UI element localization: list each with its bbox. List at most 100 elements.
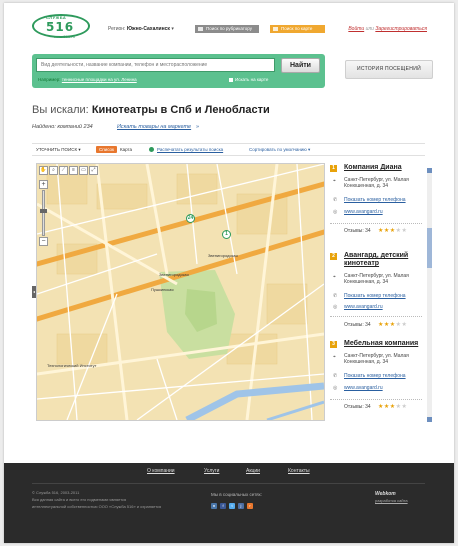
result-title[interactable]: Компания Диана [344,164,422,172]
search-goods-link[interactable]: Искать товары на маркете [117,124,191,130]
map-view[interactable]: ✋ ⌕ ⟋ ≡ ▭ ⤢ + − Звенигородская Пушкинска… [36,163,325,421]
refine-search-dropdown[interactable]: УТОЧНИТЬ ПОИСК ▾ [36,147,81,153]
star-empty-icon: ★★ [395,404,408,410]
list-icon [198,27,203,31]
register-link[interactable]: Зарегистрироваться [375,26,427,32]
logo-number: 516 [46,20,75,34]
sort-dropdown[interactable]: Сортировать по умолчанию ▾ [249,147,310,153]
livejournal-icon[interactable]: j [238,503,244,509]
divider [330,223,422,224]
rating-stars: ★★★★★ [378,403,407,410]
result-number: 1 [330,165,337,172]
zoom-in-button[interactable]: + [39,180,48,189]
search-panel: Найти Например: теннисные площадки на ул… [32,54,325,88]
results-list: 1 Компания Диана ⌖ Санкт-Петербург, ул. … [330,163,426,423]
page: СЛУЖБА 516 www.516.ru Регион: Южно-Сахал… [4,3,454,543]
legal-line: Вся данная сайта и всего его подменами я… [32,497,127,502]
result-title[interactable]: Мебельная компания [344,340,422,348]
phone-icon: ✆ [333,373,338,379]
footer-copyright: © Служба 516, 2003-2011 Вся данная сайта… [32,489,192,510]
search-on-map-label: Искать на карте [235,77,269,82]
zoom-slider[interactable] [40,190,47,236]
region-selector[interactable]: Регион: Южно-Сахалинск ▾ [108,26,174,32]
scroll-thumb[interactable] [427,228,432,268]
search-button[interactable]: Найти [281,58,320,73]
developer-link[interactable]: разработка сайта [375,498,408,503]
vk-icon[interactable]: в [211,503,217,509]
logo[interactable]: СЛУЖБА 516 www.516.ru [32,12,94,40]
footer-nav: О компании Услуги Акции Контакты [4,468,454,480]
footer-link-contacts[interactable]: Контакты [288,468,310,474]
results-scrollbar[interactable] [427,168,432,422]
star-icon: ★★★ [378,228,396,234]
login-link[interactable]: Войти [348,26,364,32]
results-count: Найдено: компаний 234 [32,124,93,130]
star-empty-icon: ★★ [395,322,408,328]
footer-link-promos[interactable]: Акции [246,468,260,474]
star-icon: ★★★ [378,404,396,410]
print-map-icon[interactable]: ▭ [79,166,88,175]
map-search-label: Поиск по карте [281,26,313,31]
logo-site: www.516.ru [54,34,75,39]
auth-or: или [365,26,374,32]
show-phone-link[interactable]: Показать номер телефона [344,293,406,299]
fullscreen-icon[interactable]: ⤢ [89,166,98,175]
globe-icon: ◎ [333,304,338,310]
social-label: Мы в социальных сетях: [211,492,263,497]
website-link[interactable]: www.avangard.ru [344,209,383,215]
rss-icon[interactable]: r [247,503,253,509]
visit-history-button[interactable]: ИСТОРИЯ ПОСЕЩЕНИЙ [345,60,433,79]
globe-icon: ◎ [333,385,338,391]
zoom-knob[interactable] [40,209,47,213]
result-address: Санкт-Петербург, ул. Малая Конюшенная, д… [344,353,409,365]
metro-label: Звенигородская [159,272,189,277]
footer: О компании Услуги Акции Контакты © Служб… [4,463,454,543]
map-canvas [37,164,324,420]
facebook-icon[interactable]: f [220,503,226,509]
result-address: Санкт-Петербург, ул. Малая Конюшенная, д… [344,273,409,285]
star-icon: ★★★ [378,322,396,328]
show-phone-link[interactable]: Показать номер телефона [344,373,406,379]
map-pin[interactable]: 24 [186,214,195,223]
tab-list[interactable]: Список [96,146,117,153]
star-empty-icon: ★★ [395,228,408,234]
footer-link-services[interactable]: Услуги [204,468,219,474]
rubricator-search-button[interactable]: Поиск по рубрикатору [195,25,259,33]
reviews-count[interactable]: Отзывы: 34 [344,404,371,410]
twitter-icon[interactable]: t [229,503,235,509]
search-on-map-checkbox[interactable]: Искать на карте [229,77,268,82]
checkbox-icon [229,77,233,82]
scroll-up-button[interactable] [427,168,432,173]
print-results-link[interactable]: Распечатать результаты поиска [157,147,223,152]
scroll-down-button[interactable] [427,417,432,422]
map-search-button[interactable]: Поиск по карте [270,25,325,33]
region-label: Регион: [108,26,126,32]
search-example-link[interactable]: теннисные площадки на ул. Ленина [62,77,137,82]
legal-line: интеллектуальной собственностью ООО «Слу… [32,504,162,509]
show-phone-link[interactable]: Показать номер телефона [344,197,406,203]
search-query: Кинотеатры в Спб и Ленобласти [91,104,270,116]
search-example: Например: теннисные площадки на ул. Лени… [38,77,137,82]
zoom-control: + − [39,180,48,246]
phone-icon: ✆ [333,293,338,299]
divider [330,399,422,400]
website-link[interactable]: www.avangard.ru [344,385,383,391]
website-link[interactable]: www.avangard.ru [344,304,383,310]
print-icon [149,147,154,152]
zoom-area-icon[interactable]: ⌕ [49,166,58,175]
ruler-icon[interactable]: ⟋ [59,166,68,175]
map-pin[interactable]: 1 [222,230,231,239]
search-input[interactable] [36,58,275,72]
footer-link-about[interactable]: О компании [147,468,175,474]
reviews-count[interactable]: Отзывы: 34 [344,322,371,328]
result-title[interactable]: Авангард, детский кинотеатр [344,252,422,268]
layers-icon[interactable]: ≡ [69,166,78,175]
zoom-out-button[interactable]: − [39,237,48,246]
footer-divider [32,483,425,484]
copyright-line: © Служба 516, 2003-2011 [32,490,80,495]
reviews-count[interactable]: Отзывы: 34 [344,228,371,234]
tab-map[interactable]: Карта [120,147,132,152]
hand-icon[interactable]: ✋ [39,166,48,175]
results-toolbar: УТОЧНИТЬ ПОИСК ▾ Список Карта Распечатат… [32,143,425,156]
developer-logo[interactable]: Webkom [375,491,396,497]
